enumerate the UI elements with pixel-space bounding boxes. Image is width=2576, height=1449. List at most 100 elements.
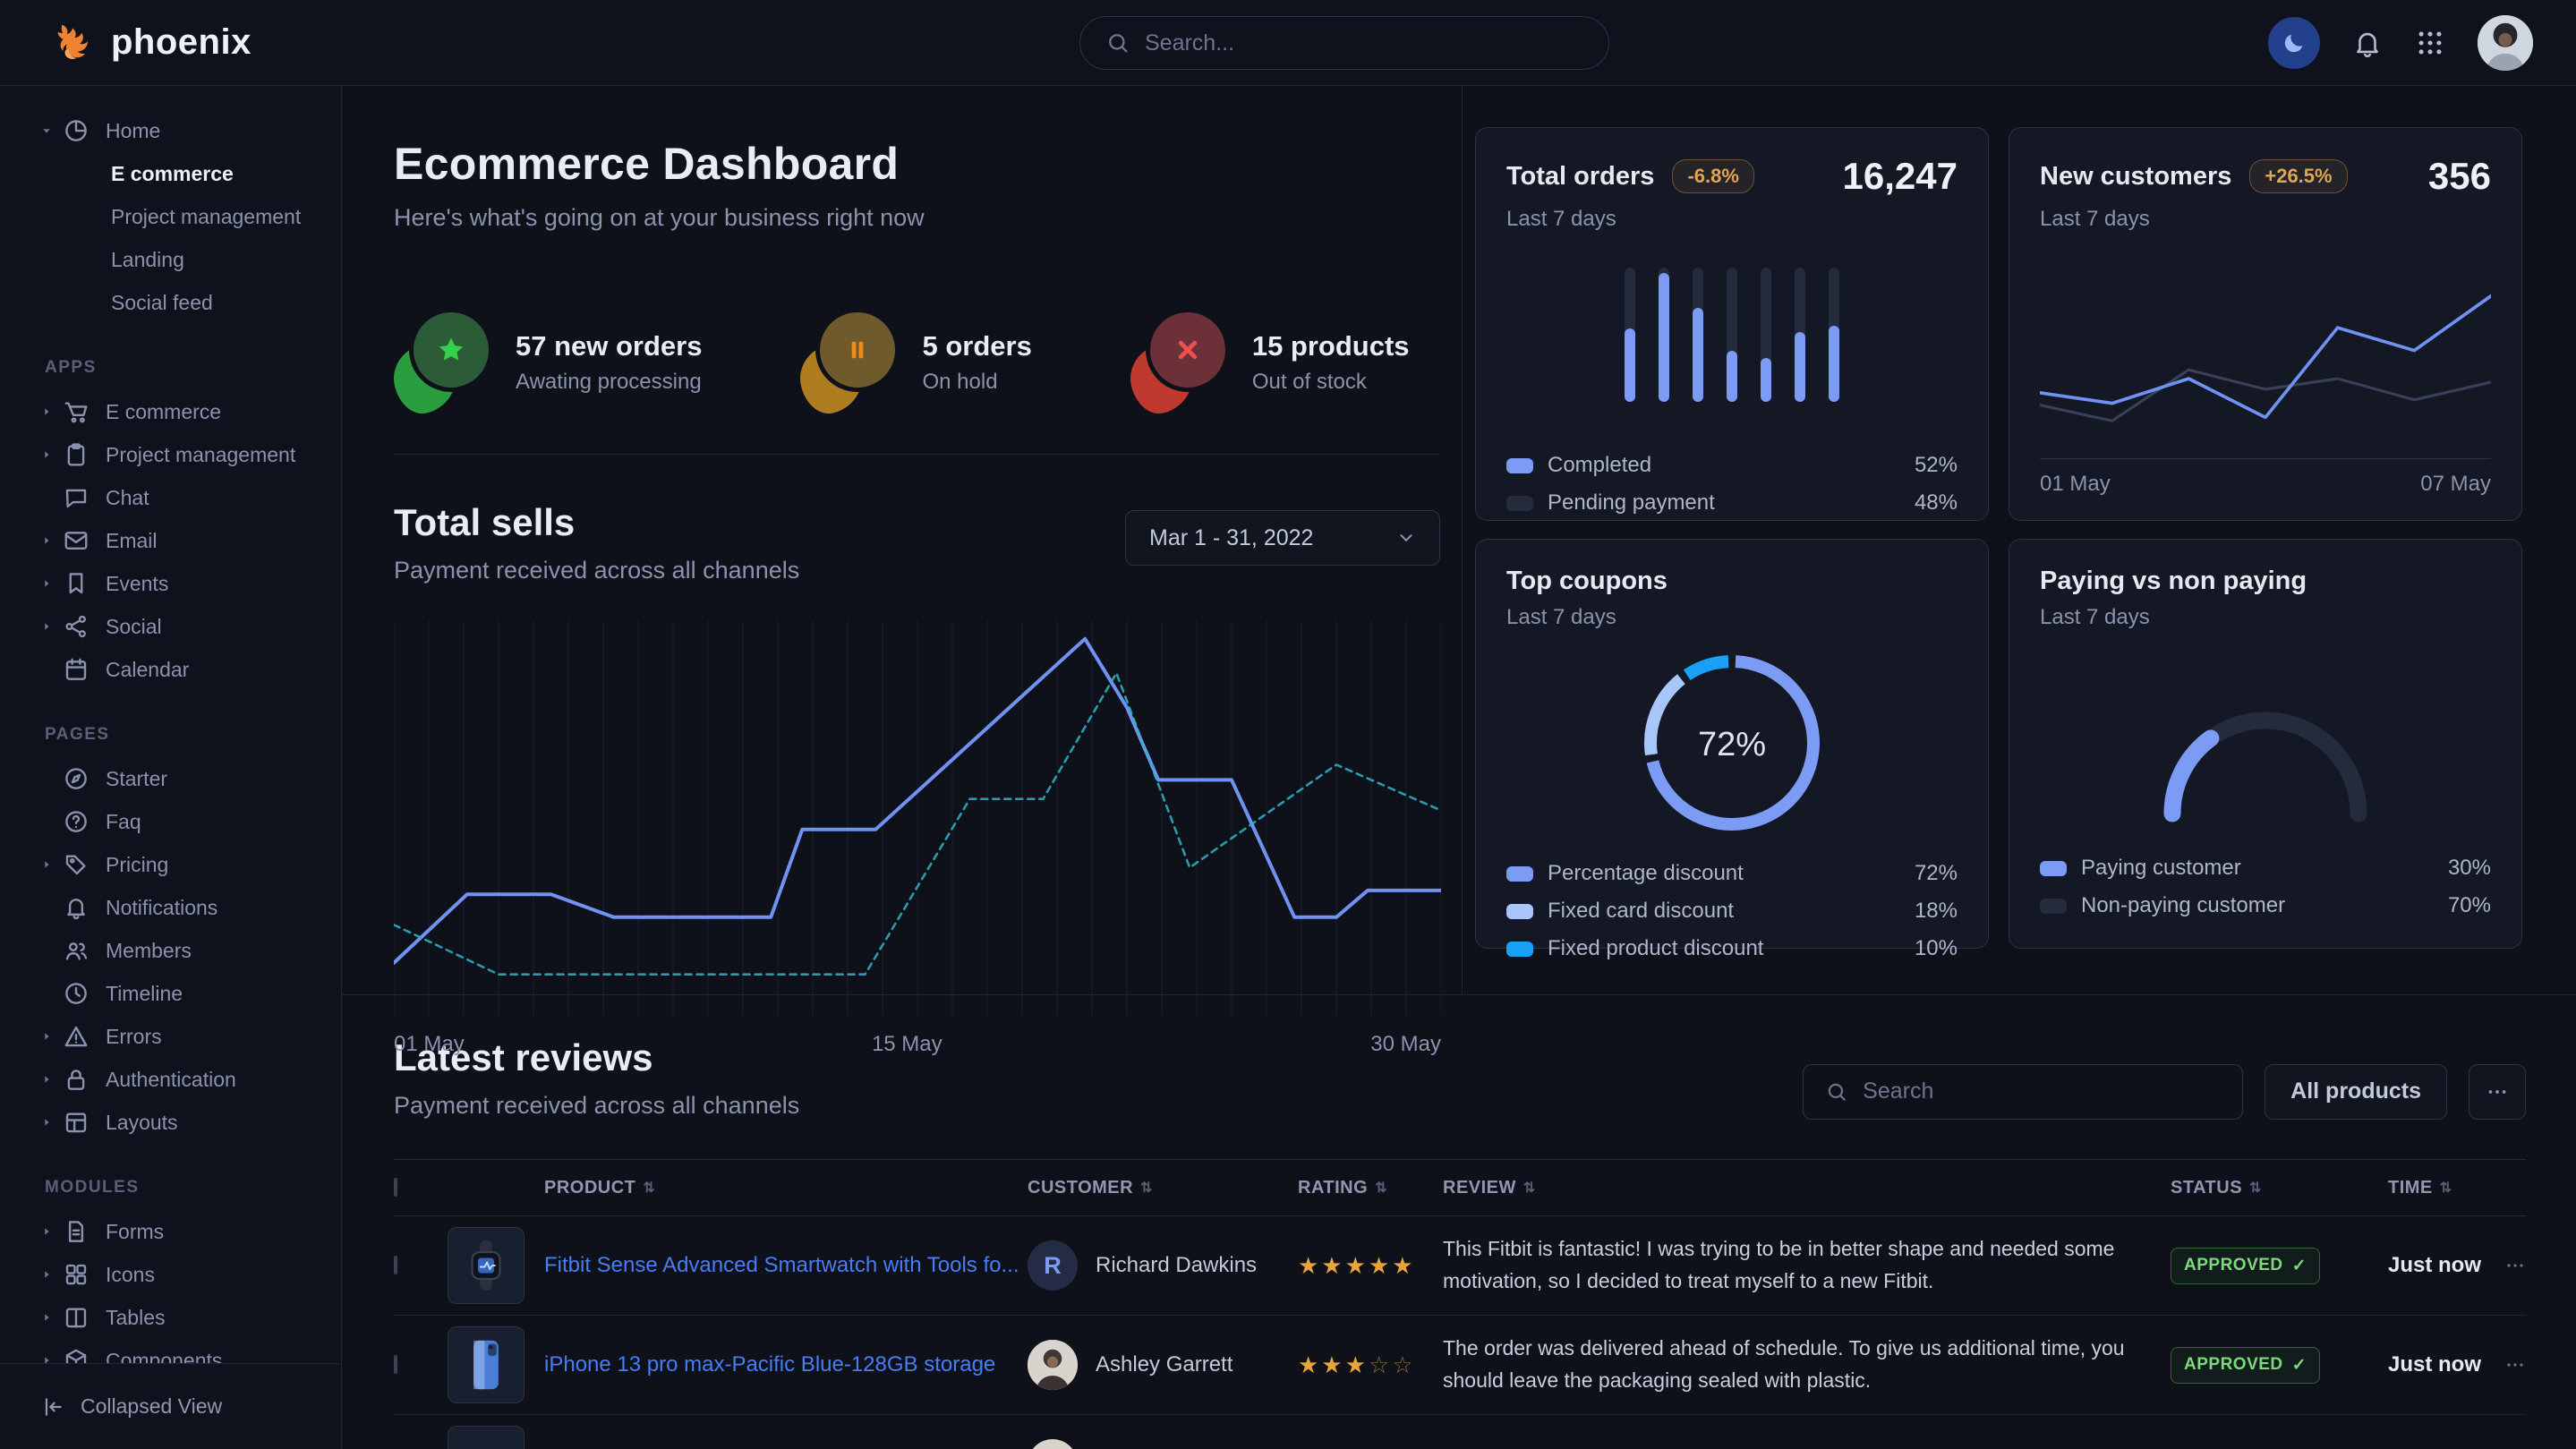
legend-value: 72% — [1915, 861, 1958, 886]
row-checkbox[interactable] — [394, 1355, 397, 1374]
product-thumbnail[interactable] — [448, 1426, 525, 1449]
legend-label: Fixed product discount — [1548, 936, 1763, 961]
sidebar-item-notifications[interactable]: Notifications — [0, 886, 341, 929]
collapse-icon — [41, 1395, 64, 1419]
reviews-search-input[interactable]: Search — [1803, 1064, 2243, 1120]
product-thumbnail[interactable] — [448, 1227, 525, 1304]
sidebar-subitem-project-management[interactable]: Project management — [0, 195, 341, 238]
legend-swatch — [1506, 904, 1533, 919]
legend-swatch — [1506, 496, 1533, 511]
legend-row-paying-customer: Paying customer 30% — [2040, 849, 2491, 887]
sidebar-item-layouts[interactable]: Layouts — [0, 1101, 341, 1144]
sidebar-item-project-management[interactable]: Project management — [0, 433, 341, 476]
sidebar-subitem-landing[interactable]: Landing — [0, 238, 341, 281]
sidebar-item-faq[interactable]: Faq — [0, 800, 341, 843]
total-orders-bar-chart — [1506, 268, 1958, 402]
sidebar-item-authentication[interactable]: Authentication — [0, 1058, 341, 1101]
sidebar-item-icons[interactable]: Icons — [0, 1253, 341, 1296]
card-title: New customers — [2040, 162, 2231, 192]
sidebar-item-pricing[interactable]: Pricing — [0, 843, 341, 886]
column-header-customer[interactable]: CUSTOMER⇅ — [1028, 1178, 1298, 1198]
sidebar-item-e-commerce[interactable]: E commerce — [0, 390, 341, 433]
sidebar-item-label: Events — [106, 572, 168, 596]
card-title: Paying vs non paying — [2040, 567, 2307, 596]
sidebar-item-label: Notifications — [106, 896, 218, 920]
total-orders-legend: Completed 52% Pending payment 48% — [1506, 447, 1958, 522]
collapse-sidebar-button[interactable]: Collapsed View — [0, 1363, 341, 1449]
sidebar-item-starter[interactable]: Starter — [0, 757, 341, 800]
legend-row-completed: Completed 52% — [1506, 447, 1958, 484]
card-title: Top coupons — [1506, 567, 1668, 596]
row-menu-button[interactable] — [2504, 1255, 2526, 1276]
stat-sublabel: Awating processing — [516, 370, 702, 395]
sidebar-item-social[interactable]: Social — [0, 605, 341, 648]
sidebar-item-members[interactable]: Members — [0, 929, 341, 972]
sidebar-item-calendar[interactable]: Calendar — [0, 648, 341, 691]
sidebar-item-forms[interactable]: Forms — [0, 1210, 341, 1253]
column-header-rating[interactable]: RATING⇅ — [1298, 1178, 1443, 1198]
sort-icon: ⇅ — [1523, 1179, 1536, 1197]
ellipsis-icon — [2486, 1080, 2509, 1104]
date-range-select[interactable]: Mar 1 - 31, 2022 — [1125, 510, 1440, 566]
select-all-checkbox[interactable] — [394, 1178, 397, 1197]
reviews-more-button[interactable] — [2469, 1064, 2526, 1120]
reviews-table-header: PRODUCT⇅CUSTOMER⇅RATING⇅REVIEW⇅STATUS⇅TI… — [394, 1159, 2526, 1216]
stat-icon — [1130, 312, 1229, 413]
bar — [1693, 268, 1703, 402]
column-header-status[interactable]: STATUS⇅ — [2171, 1178, 2388, 1198]
sidebar-item-components[interactable]: Components — [0, 1339, 341, 1363]
status-badge: APPROVED ✓ — [2171, 1347, 2320, 1384]
column-header-product[interactable]: PRODUCT⇅ — [544, 1178, 1028, 1198]
sidebar-item-label: E commerce — [106, 400, 221, 424]
caret-spacer — [38, 815, 55, 828]
sidebar-item-chat[interactable]: Chat — [0, 476, 341, 519]
sidebar-item-label: Social — [106, 615, 162, 639]
product-link[interactable]: iPhone 13 pro max-Pacific Blue-128GB sto… — [544, 1352, 1028, 1377]
row-checkbox[interactable] — [394, 1256, 397, 1274]
caret-right-icon — [38, 1073, 55, 1086]
all-products-button[interactable]: All products — [2265, 1064, 2447, 1120]
column-header-review[interactable]: REVIEW⇅ — [1443, 1178, 2171, 1198]
stat-57-new-orders: 57 new orders Awating processing — [394, 312, 702, 413]
sidebar-subitem-social-feed[interactable]: Social feed — [0, 281, 341, 324]
stat-value: 57 new orders — [516, 330, 702, 362]
layout-icon — [63, 1109, 90, 1136]
legend-label: Completed — [1548, 453, 1651, 478]
column-header-time[interactable]: TIME⇅ — [2388, 1178, 2504, 1198]
notifications-bell-button[interactable] — [2352, 28, 2383, 58]
caret-right-icon — [38, 858, 55, 871]
user-avatar[interactable] — [2478, 15, 2533, 71]
row-menu-button[interactable] — [2504, 1354, 2526, 1376]
stats-row: 57 new orders Awating processing 5 order… — [394, 312, 1440, 413]
sidebar-item-label: Members — [106, 939, 192, 963]
stat-value: 15 products — [1252, 330, 1410, 362]
trend-badge: -6.8% — [1672, 159, 1753, 193]
sidebar-item-label: Authentication — [106, 1068, 236, 1092]
icons-icon — [63, 1261, 90, 1288]
product-thumbnail[interactable] — [448, 1326, 525, 1403]
sidebar-item-errors[interactable]: Errors — [0, 1015, 341, 1058]
caret-right-icon — [38, 448, 55, 461]
card-value: 356 — [2428, 155, 2491, 198]
sidebar-item-email[interactable]: Email — [0, 519, 341, 562]
sidebar-item-tables[interactable]: Tables — [0, 1296, 341, 1339]
product-link[interactable]: Fitbit Sense Advanced Smartwatch with To… — [544, 1253, 1028, 1278]
sidebar-item-events[interactable]: Events — [0, 562, 341, 605]
sidebar-item-timeline[interactable]: Timeline — [0, 972, 341, 1015]
top-navbar: phoenix Search... — [0, 0, 2576, 86]
legend-row-non-paying-customer: Non-paying customer 70% — [2040, 887, 2491, 925]
theme-toggle-button[interactable] — [2268, 17, 2320, 69]
legend-row-fixed-card-discount: Fixed card discount 18% — [1506, 892, 1958, 930]
brand-logo[interactable]: phoenix — [0, 20, 252, 66]
sidebar-item-label: Project management — [106, 443, 295, 467]
avatar — [1028, 1439, 1078, 1449]
global-search-input[interactable]: Search... — [1079, 16, 1609, 70]
reviews-search-placeholder: Search — [1863, 1078, 1933, 1104]
sidebar-item-home[interactable]: Home — [0, 109, 341, 152]
bookmark-icon — [63, 570, 90, 597]
sidebar-subitem-e-commerce[interactable]: E commerce — [0, 152, 341, 195]
calendar-icon — [63, 656, 90, 683]
apps-grid-button[interactable] — [2415, 28, 2445, 58]
search-icon — [1105, 30, 1130, 55]
bar — [1659, 268, 1669, 402]
